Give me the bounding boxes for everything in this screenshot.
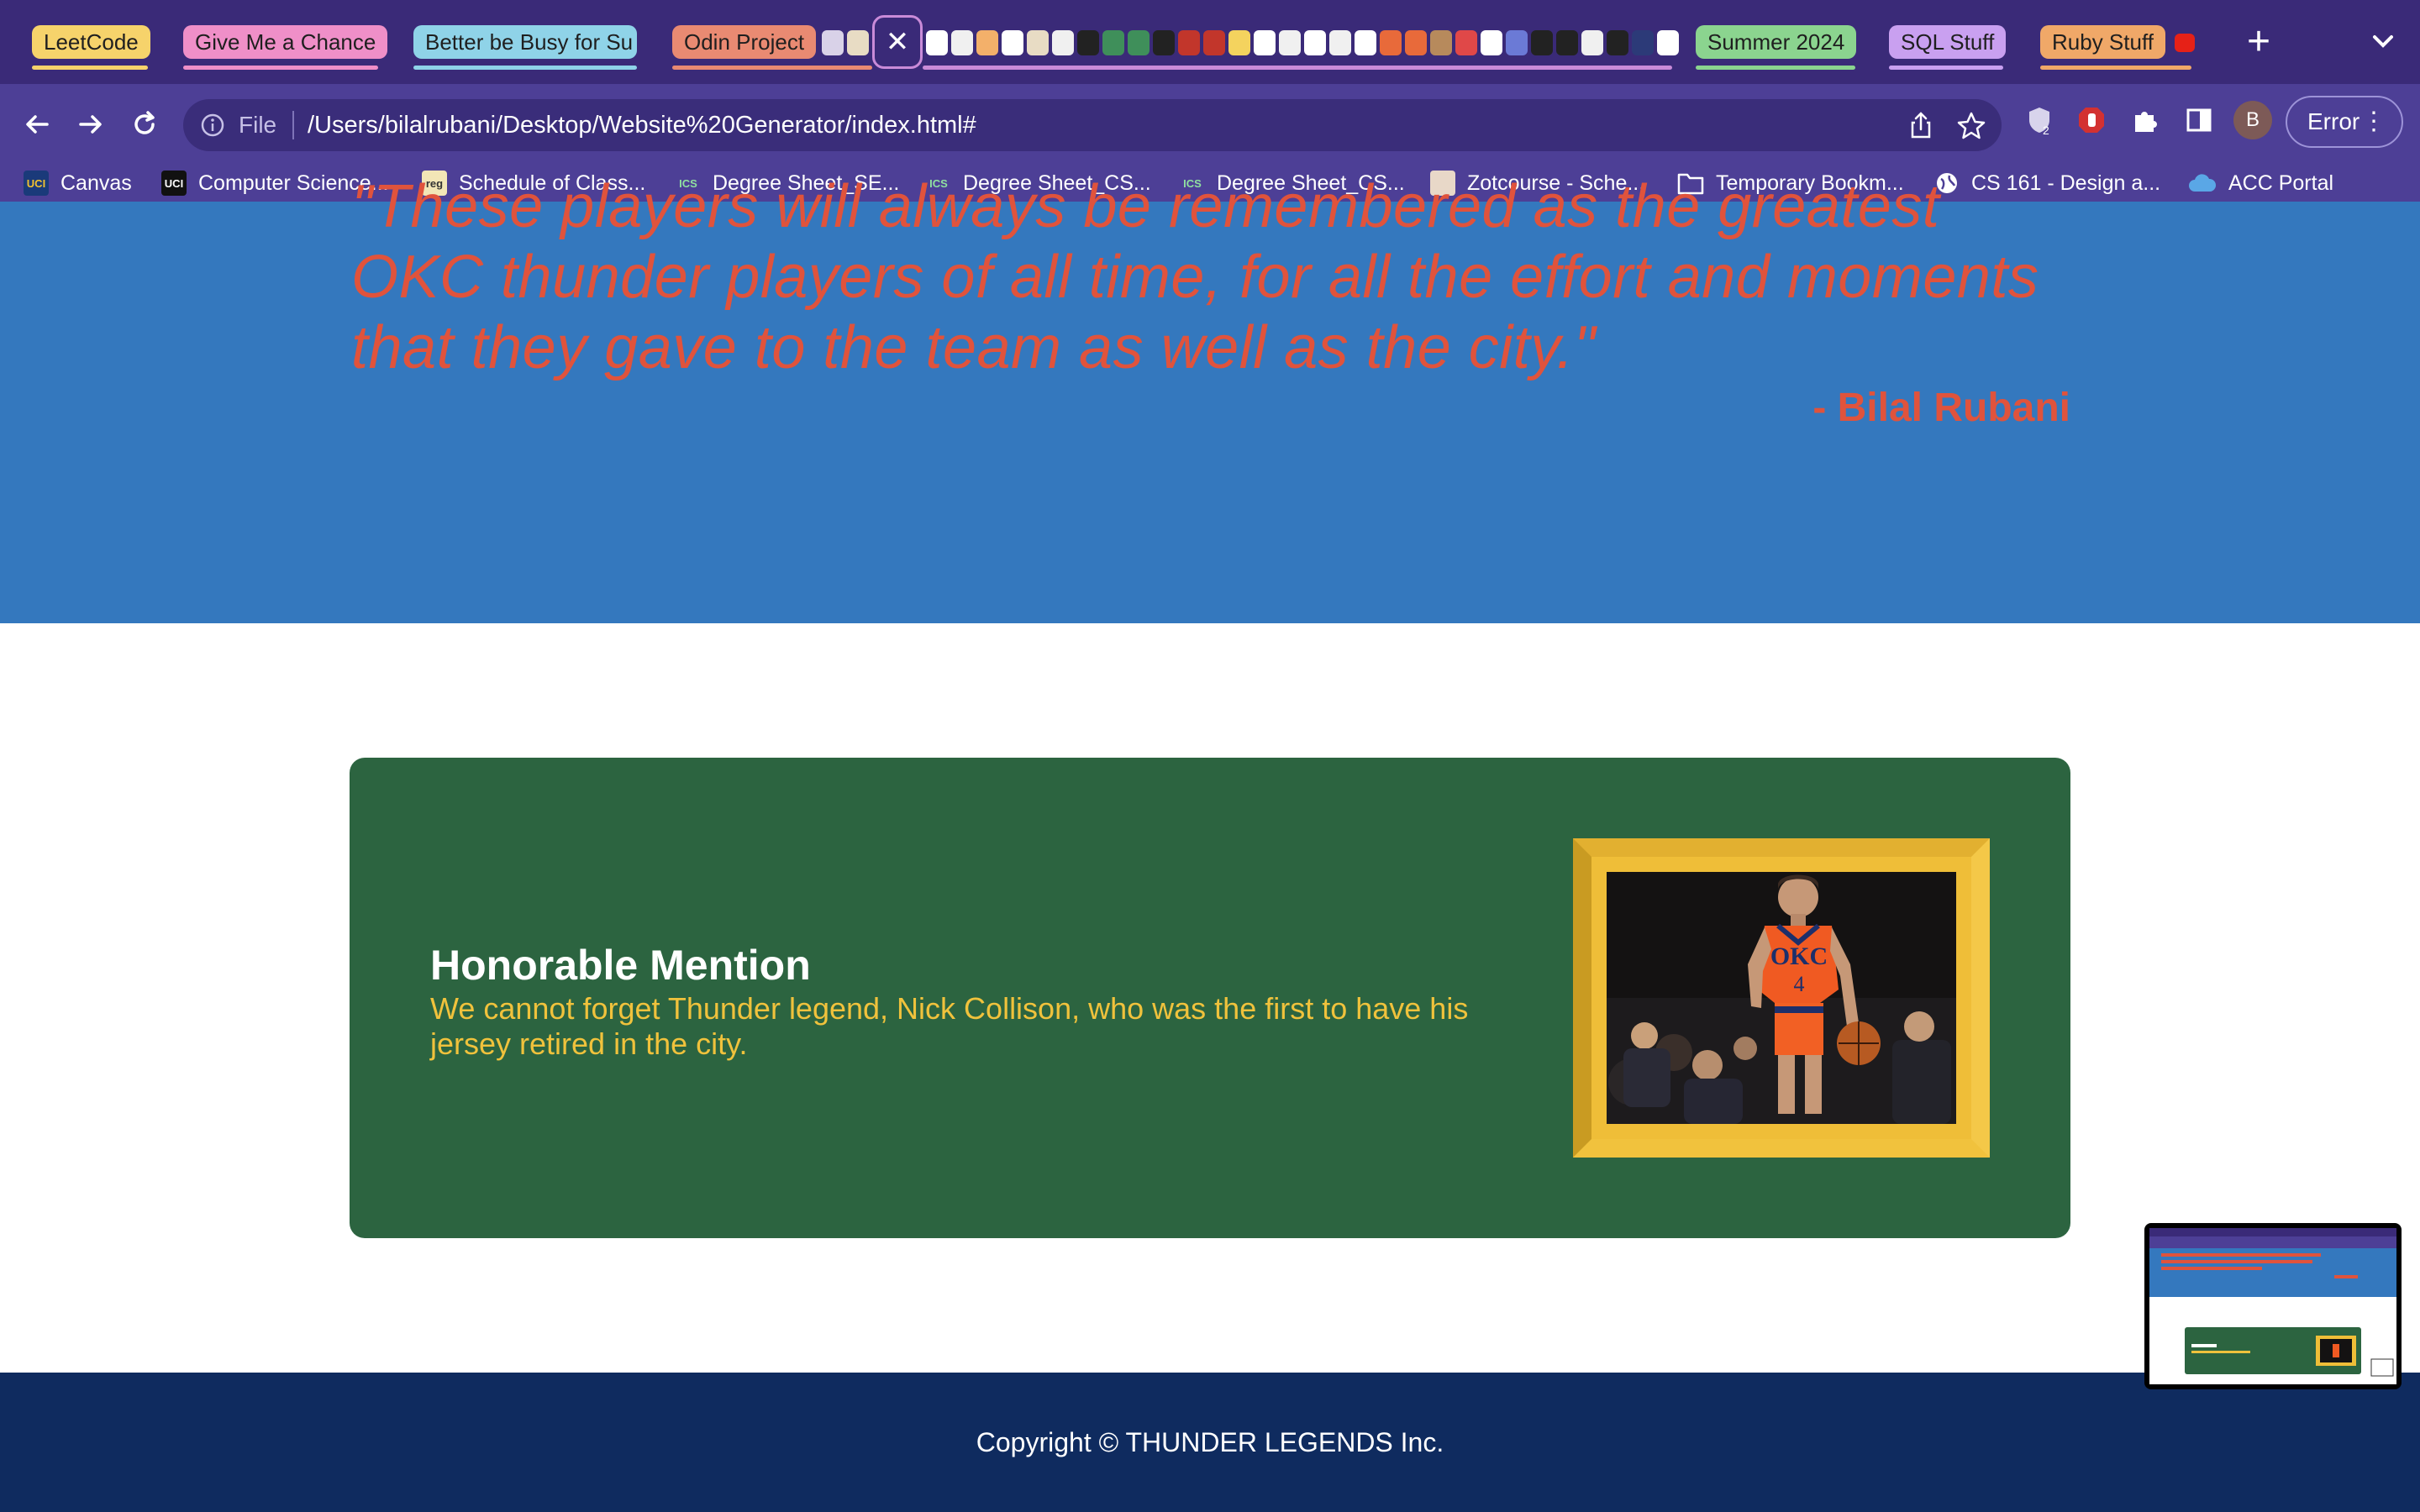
copyright-text: Copyright © THUNDER LEGENDS Inc. (976, 1427, 1444, 1457)
tab-group-ruby-stuff-underline (2040, 66, 2191, 70)
forward-button[interactable] (67, 101, 114, 148)
tab-group-sql-stuff-underline (1889, 66, 2003, 70)
site-footer: Copyright © THUNDER LEGENDS Inc. (0, 1373, 2420, 1512)
arrow-left-icon (26, 115, 49, 134)
tab-favicon-icon[interactable] (1153, 30, 1175, 55)
tab-group-better-be-busy[interactable]: Better be Busy for Su (413, 25, 637, 59)
arrow-right-icon (79, 115, 102, 134)
bookmark-star-icon[interactable] (1954, 109, 1988, 143)
active-tab[interactable]: ✕ (872, 15, 923, 69)
tab-group-leetcode[interactable]: LeetCode (32, 25, 150, 59)
honorable-mention-title: Honorable Mention (430, 942, 811, 989)
tab-favicon-icon[interactable] (1455, 30, 1477, 55)
adblock-icon[interactable] (2072, 101, 2111, 139)
tab-favicon-icon[interactable] (1581, 30, 1603, 55)
tab-favicon-icon[interactable] (1304, 30, 1326, 55)
tab-strip: LeetCode Give Me a Chance Better be Busy… (0, 0, 2420, 84)
tab-group-better-be-busy-underline (413, 66, 637, 70)
tab-favicon-icon[interactable] (1279, 30, 1301, 55)
info-icon[interactable] (198, 111, 227, 139)
youtube-favicon-icon[interactable] (2175, 34, 2195, 52)
tab-favicon-icon[interactable] (1380, 30, 1402, 55)
webpage: "These players will always be remembered… (0, 173, 2420, 1512)
tab-favicon-icon[interactable] (1128, 30, 1150, 55)
tab-favicon-icon[interactable] (1077, 30, 1099, 55)
close-tab-icon[interactable]: ✕ (886, 28, 910, 56)
extensions-puzzle-icon[interactable] (2126, 101, 2165, 139)
tab-search-chevron-icon[interactable] (2361, 20, 2405, 64)
tab-group-sql-stuff[interactable]: SQL Stuff (1889, 25, 2007, 59)
address-bar[interactable]: File /Users/bilalrubani/Desktop/Website%… (183, 99, 2002, 151)
tab-group-leetcode-underline (32, 66, 148, 70)
tab-favicon-icon[interactable] (1329, 30, 1351, 55)
owl-favicon-icon[interactable] (822, 30, 844, 55)
error-label: Error (2307, 108, 2360, 134)
reload-button[interactable] (121, 101, 168, 148)
back-button[interactable] (13, 101, 60, 148)
gold-picture-frame: OKC 4 (1573, 838, 1990, 1158)
quote-attribution: - Bilal Rubani (1812, 386, 2070, 430)
tab-favicon-icon[interactable] (1027, 30, 1049, 55)
kebab-menu-icon[interactable]: ⋮ (2361, 97, 2386, 146)
screenshot-preview-thumbnail[interactable] (2144, 1223, 2402, 1389)
tab-favicon-icon[interactable] (1228, 30, 1250, 55)
tab-favicon-icon[interactable] (1002, 30, 1023, 55)
owl-favicon-icon[interactable] (847, 30, 869, 55)
scheme-divider (292, 111, 294, 139)
tab-favicon-icon[interactable] (1430, 30, 1452, 55)
new-tab-button[interactable]: + (2235, 18, 2282, 66)
collapsed-tab-favicons (926, 25, 1679, 60)
jersey-number: 4 (1794, 972, 1805, 996)
tab-favicon-icon[interactable] (1531, 30, 1553, 55)
tab-group-summer-2024[interactable]: Summer 2024 (1696, 25, 1857, 59)
tab-favicon-icon[interactable] (951, 30, 973, 55)
url-text[interactable]: /Users/bilalrubani/Desktop/Website%20Gen… (308, 99, 976, 151)
bookmark-label: ACC Portal (2228, 171, 2334, 195)
honorable-mention-card: Honorable Mention We cannot forget Thund… (350, 758, 2070, 1238)
extension-shield-icon[interactable]: 2 (2020, 101, 2059, 139)
uci-icon: UCI (161, 171, 187, 196)
tab-favicon-icon[interactable] (1657, 30, 1679, 55)
cloud-icon (2189, 174, 2217, 192)
tab-favicon-icon[interactable] (1556, 30, 1578, 55)
tab-favicon-icon[interactable] (1506, 30, 1528, 55)
jersey-team: OKC (1770, 942, 1828, 970)
share-icon[interactable] (1904, 109, 1938, 143)
bookmark-label: Canvas (60, 171, 132, 195)
tab-favicon-icon[interactable] (1607, 30, 1628, 55)
pinned-favicons-left (822, 25, 869, 60)
tab-favicon-icon[interactable] (1632, 30, 1654, 55)
tab-group-odin-project[interactable]: Odin Project (672, 25, 817, 59)
tab-favicon-icon[interactable] (1481, 30, 1502, 55)
tab-favicon-icon[interactable] (1355, 30, 1376, 55)
side-panel-icon[interactable] (2180, 101, 2218, 139)
scheme-label: File (239, 112, 277, 138)
tab-favicon-icon[interactable] (1178, 30, 1200, 55)
uci-icon: UCI (24, 171, 49, 196)
reload-icon (134, 111, 155, 134)
tab-group-give-me-a-chance-underline (183, 66, 378, 70)
extension-badge: 2 (2043, 123, 2049, 137)
tab-group-summer-2024-underline (1696, 66, 1855, 70)
quote-section: "These players will always be remembered… (0, 173, 2420, 623)
tab-group-odin-project-underline (672, 66, 872, 70)
tab-group-give-me-a-chance[interactable]: Give Me a Chance (183, 25, 388, 59)
bookmark-canvas[interactable]: UCI Canvas (24, 165, 132, 202)
tab-favicon-icon[interactable] (1052, 30, 1074, 55)
tab-favicon-icon[interactable] (1102, 30, 1124, 55)
tab-favicon-icon[interactable] (1405, 30, 1427, 55)
error-button[interactable]: Error ⋮ (2286, 96, 2403, 148)
ruby-group-favicons (2175, 25, 2195, 60)
nick-collison-photo: OKC 4 (1607, 872, 1956, 1124)
tab-group-ruby-stuff[interactable]: Ruby Stuff (2040, 25, 2165, 59)
bookmark-acc-portal[interactable]: ACC Portal (2188, 165, 2333, 202)
tab-favicon-icon[interactable] (976, 30, 998, 55)
tab-favicon-icon[interactable] (926, 30, 948, 55)
tab-favicon-icon[interactable] (1203, 30, 1225, 55)
legends-quote: "These players will always be remembered… (351, 173, 2039, 381)
profile-avatar[interactable]: B (2233, 101, 2272, 139)
active-group-underline (923, 66, 1672, 70)
tab-favicon-icon[interactable] (1254, 30, 1276, 55)
honorable-mention-text: We cannot forget Thunder legend, Nick Co… (430, 991, 1469, 1061)
